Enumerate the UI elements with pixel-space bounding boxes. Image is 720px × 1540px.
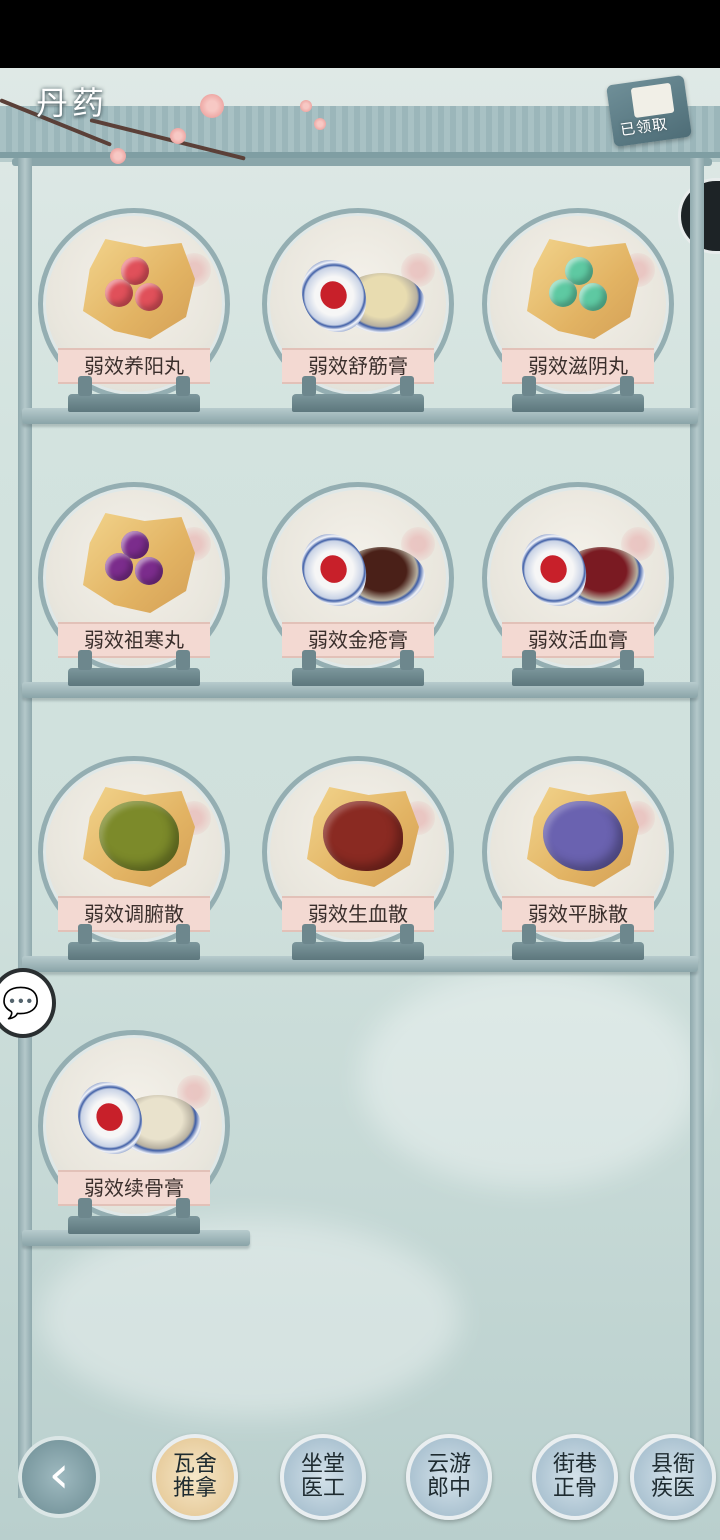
pill-icon (579, 283, 607, 311)
nav-tab-label: 郎中 (426, 1476, 471, 1501)
medicine-item[interactable]: 弱效活血膏 (482, 482, 674, 694)
chat-bubble-icon: 💬 (2, 986, 40, 1021)
medicine-item[interactable]: 弱效滋阴丸 (482, 208, 674, 420)
shelf-post-left (18, 158, 32, 1498)
item-stand (68, 924, 200, 960)
shelf-scene: 丹药 已领取 ‹ 弱效养阳丸 弱效舒筋膏 (0, 68, 720, 1540)
medicine-item[interactable]: 弱效金疮膏 (262, 482, 454, 694)
shelf-post-right (690, 158, 704, 1498)
status-bar (0, 0, 720, 68)
pill-icon (135, 283, 163, 311)
nav-tab-label: 坐堂 (300, 1452, 345, 1477)
page-title: 丹药 (36, 84, 109, 122)
nav-tab-label: 正骨 (552, 1476, 597, 1501)
item-stand (68, 1198, 200, 1234)
blossom-decoration (200, 94, 224, 118)
blossom-decoration (110, 148, 126, 164)
medicine-item[interactable]: 弱效祖寒丸 (38, 482, 230, 694)
nav-tab-label: 云游 (426, 1452, 471, 1477)
item-stand (292, 376, 424, 412)
nav-tab-label: 街巷 (552, 1452, 597, 1477)
medicine-item[interactable]: 弱效舒筋膏 (262, 208, 454, 420)
book-page-icon (630, 82, 675, 119)
nav-tab-clinic-doctor[interactable]: 坐堂 医工 (280, 1434, 366, 1520)
medicine-item[interactable]: 弱效生血散 (262, 756, 454, 968)
blossom-decoration (300, 100, 312, 112)
item-stand (512, 924, 644, 960)
item-stand (512, 376, 644, 412)
pill-icon (549, 279, 577, 307)
blossom-decoration (170, 128, 186, 144)
nav-tab-county-physician[interactable]: 县衙 疾医 (630, 1434, 716, 1520)
nav-tab-label: 医工 (300, 1476, 345, 1501)
medicine-item[interactable]: 弱效续骨膏 (38, 1030, 230, 1242)
chat-button[interactable]: 💬 (0, 968, 56, 1038)
pill-icon (105, 279, 133, 307)
item-stand (68, 650, 200, 686)
nav-tab-wash-massage[interactable]: 瓦舍 推拿 (152, 1434, 238, 1520)
pill-icon (135, 557, 163, 585)
blossom-decoration (314, 118, 326, 130)
medicine-item[interactable]: 弱效养阳丸 (38, 208, 230, 420)
nav-tab-label: 县衙 (650, 1452, 695, 1477)
back-button[interactable]: ‹ (18, 1436, 100, 1518)
nav-tab-wandering-doctor[interactable]: 云游 郎中 (406, 1434, 492, 1520)
item-stand (292, 650, 424, 686)
mist-decoration (40, 1218, 460, 1418)
medicine-item[interactable]: 弱效平脉散 (482, 756, 674, 968)
item-stand (68, 376, 200, 412)
nav-tab-label: 疾医 (650, 1476, 695, 1501)
item-stand (292, 924, 424, 960)
pill-icon (105, 553, 133, 581)
nav-tab-street-bonesetter[interactable]: 街巷 正骨 (532, 1434, 618, 1520)
mist-decoration (360, 968, 700, 1188)
nav-tab-label: 瓦舍 (172, 1452, 217, 1477)
item-stand (512, 650, 644, 686)
back-arrow-icon: ‹ (48, 1445, 70, 1505)
medicine-item[interactable]: 弱效调腑散 (38, 756, 230, 968)
nav-tab-label: 推拿 (172, 1476, 217, 1501)
